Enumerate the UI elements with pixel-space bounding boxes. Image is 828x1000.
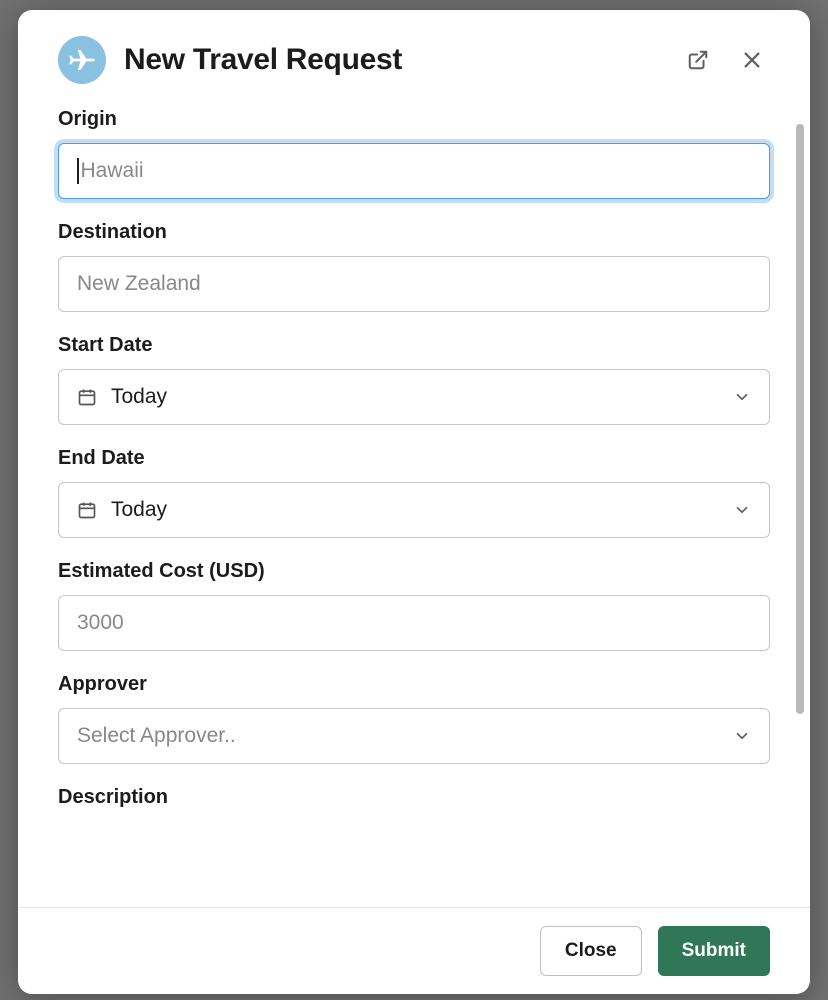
chevron-down-icon [733, 727, 751, 745]
chevron-down-icon [733, 388, 751, 406]
text-cursor [77, 158, 79, 184]
close-icon [741, 49, 763, 71]
estimated-cost-input[interactable] [58, 595, 770, 651]
origin-input[interactable]: Hawaii [58, 143, 770, 199]
approver-placeholder: Select Approver.. [77, 724, 719, 748]
modal-body: Origin Hawaii Destination Start Date Tod… [18, 96, 810, 907]
start-date-value: Today [111, 385, 719, 409]
destination-label: Destination [58, 221, 770, 244]
start-date-group: Start Date Today [58, 334, 770, 425]
end-date-group: End Date Today [58, 447, 770, 538]
estimated-cost-label: Estimated Cost (USD) [58, 560, 770, 583]
origin-group: Origin Hawaii [58, 108, 770, 199]
app-avatar [58, 36, 106, 84]
end-date-select[interactable]: Today [58, 482, 770, 538]
estimated-cost-group: Estimated Cost (USD) [58, 560, 770, 651]
submit-button[interactable]: Submit [658, 926, 770, 976]
start-date-label: Start Date [58, 334, 770, 357]
travel-request-modal: New Travel Request Origin Hawaii Des [18, 10, 810, 994]
approver-select[interactable]: Select Approver.. [58, 708, 770, 764]
modal-footer: Close Submit [18, 907, 810, 994]
close-button[interactable]: Close [540, 926, 642, 976]
approver-label: Approver [58, 673, 770, 696]
destination-input[interactable] [58, 256, 770, 312]
modal-title: New Travel Request [124, 43, 662, 77]
modal-header: New Travel Request [18, 10, 810, 96]
origin-placeholder: Hawaii [81, 159, 144, 183]
open-external-button[interactable] [680, 42, 716, 78]
close-modal-button[interactable] [734, 42, 770, 78]
description-label: Description [58, 786, 770, 809]
calendar-icon [77, 387, 97, 407]
end-date-label: End Date [58, 447, 770, 470]
description-group: Description [58, 786, 770, 809]
airplane-icon [65, 43, 99, 77]
destination-group: Destination [58, 221, 770, 312]
approver-group: Approver Select Approver.. [58, 673, 770, 764]
end-date-value: Today [111, 498, 719, 522]
origin-label: Origin [58, 108, 770, 131]
chevron-down-icon [733, 501, 751, 519]
external-link-icon [687, 49, 709, 71]
calendar-icon [77, 500, 97, 520]
start-date-select[interactable]: Today [58, 369, 770, 425]
